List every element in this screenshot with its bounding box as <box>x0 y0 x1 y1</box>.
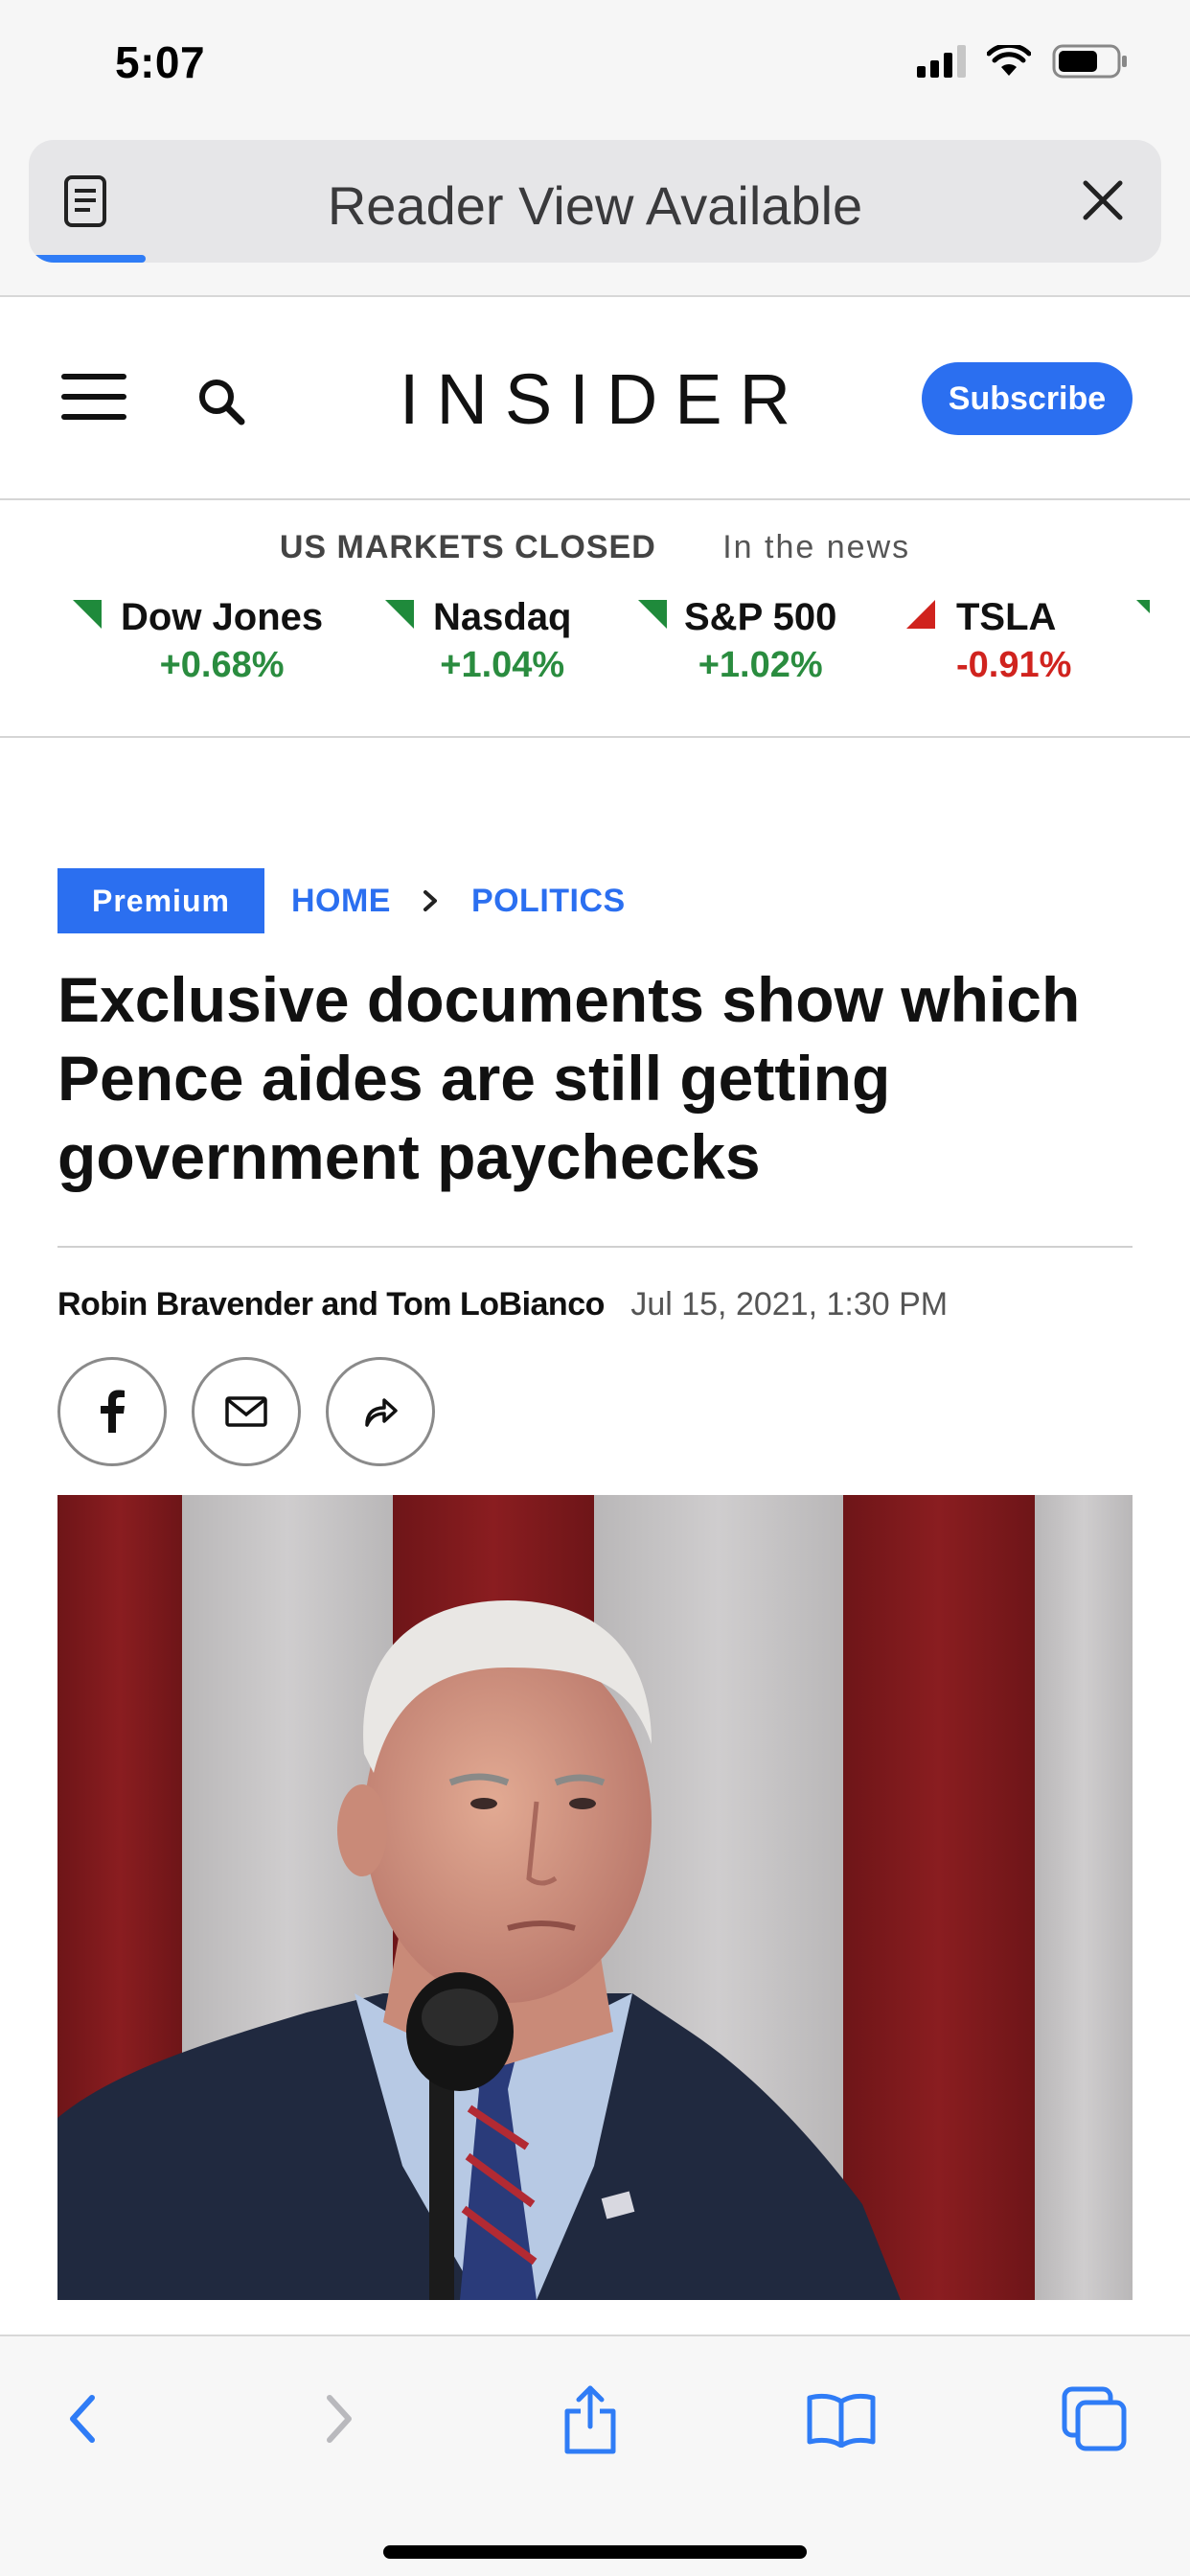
status-time: 5:07 <box>115 37 206 87</box>
forward-icon <box>327 2395 352 2443</box>
breadcrumb-politics[interactable]: POLITICS <box>471 883 626 920</box>
share-icon <box>365 1398 398 1427</box>
article-image <box>57 1495 1133 2300</box>
bookmarks-button[interactable] <box>803 2380 880 2457</box>
breadcrumb: Premium HOME POLITICS <box>57 868 626 933</box>
cellular-signal-icon <box>917 45 966 78</box>
trend-down-icon <box>906 600 935 629</box>
article-authors[interactable]: Robin Bravender and Tom LoBianco <box>57 1286 605 1322</box>
home-indicator[interactable] <box>383 2545 807 2559</box>
battery-icon <box>1052 44 1127 79</box>
facebook-share-button[interactable] <box>57 1357 167 1466</box>
ticker-tsla[interactable]: TSLA -0.91% <box>906 596 1071 686</box>
markets-status: US MARKETS CLOSED <box>279 529 656 565</box>
divider <box>57 1246 1133 1248</box>
back-button[interactable] <box>44 2380 121 2457</box>
tabs-icon <box>1062 2386 1127 2451</box>
share-icon <box>564 2385 616 2454</box>
breadcrumb-home[interactable]: HOME <box>291 883 391 920</box>
subscribe-button[interactable]: Subscribe <box>922 362 1133 435</box>
ticker-name: Dow Jones <box>121 596 324 638</box>
reader-view-bar[interactable]: Reader View Available <box>29 140 1161 263</box>
ticker-change: +1.04% <box>440 645 565 685</box>
email-icon <box>225 1396 267 1427</box>
markets-header: US MARKETS CLOSED In the news <box>0 529 1190 566</box>
wifi-icon <box>987 45 1031 76</box>
ticker-name: TSLA <box>956 596 1057 638</box>
ticker-change: -0.91% <box>956 645 1072 685</box>
ticker-change: +0.68% <box>159 645 285 685</box>
article-date: Jul 15, 2021, 1:30 PM <box>630 1286 949 1322</box>
forward-button[interactable] <box>301 2380 378 2457</box>
tabs-button[interactable] <box>1056 2380 1133 2457</box>
facebook-icon <box>101 1390 125 1433</box>
ticker-nasdaq[interactable]: Nasdaq +1.04% <box>385 596 572 686</box>
close-icon[interactable] <box>1081 178 1125 222</box>
email-share-button[interactable] <box>192 1357 301 1466</box>
status-icons <box>917 44 1129 79</box>
trend-up-icon <box>1136 600 1150 613</box>
page-load-progress <box>29 255 146 263</box>
article-byline: Robin Bravender and Tom LoBianco Jul 15,… <box>57 1286 948 1323</box>
ticker-name: Nasdaq <box>433 596 572 638</box>
market-ticker: US MARKETS CLOSED In the news Dow Jones … <box>0 500 1190 738</box>
site-header: INSIDER Subscribe <box>0 297 1190 500</box>
trend-up-icon <box>638 600 667 629</box>
ticker-name: S&P 500 <box>684 596 837 638</box>
ticker-sp500[interactable]: S&P 500 +1.02% <box>638 596 836 686</box>
back-icon <box>70 2395 95 2443</box>
in-the-news-tab[interactable]: In the news <box>722 529 910 565</box>
trend-up-icon <box>73 600 102 629</box>
status-bar: 5:07 <box>0 0 1190 134</box>
browser-toolbar <box>0 2334 1190 2576</box>
chevron-right-icon <box>423 890 437 911</box>
address-bar-area: Reader View Available <box>0 134 1190 297</box>
article-photo <box>57 1495 1133 2300</box>
share-button[interactable] <box>552 2380 629 2457</box>
share-article-button[interactable] <box>326 1357 435 1466</box>
ticker-dow-jones[interactable]: Dow Jones +0.68% <box>73 596 323 686</box>
bookmarks-icon <box>807 2393 876 2448</box>
share-buttons <box>57 1357 435 1466</box>
trend-up-icon <box>385 600 414 629</box>
reader-view-label: Reader View Available <box>327 175 863 236</box>
ticker-change: +1.02% <box>698 645 823 685</box>
premium-badge[interactable]: Premium <box>57 868 264 933</box>
article-headline: Exclusive documents show which Pence aid… <box>57 964 1081 1192</box>
